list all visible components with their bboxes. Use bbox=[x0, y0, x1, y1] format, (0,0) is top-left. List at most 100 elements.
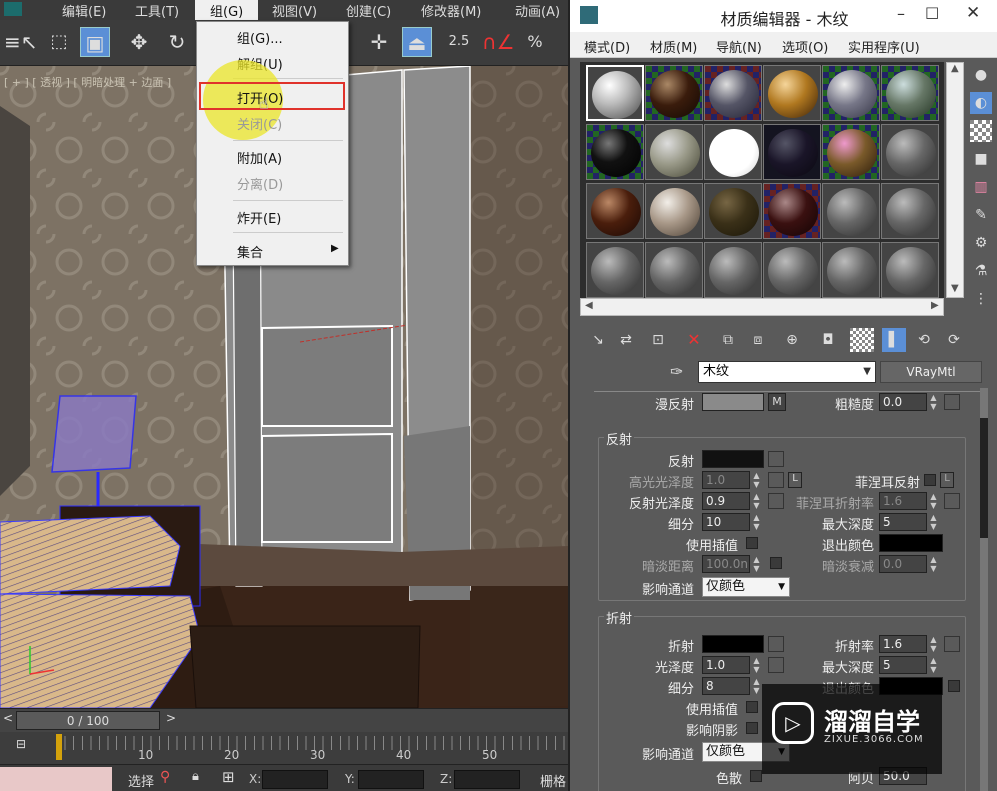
show-map-in-viewport-icon[interactable] bbox=[850, 328, 874, 352]
diffuse-map-button[interactable]: M bbox=[768, 393, 786, 411]
eyedropper-icon[interactable]: ✑ bbox=[670, 362, 683, 381]
sample-slot[interactable] bbox=[704, 65, 762, 121]
menu-item-explode[interactable]: 炸开(E) bbox=[237, 208, 281, 227]
refr-max-depth-arrows[interactable]: ▲ ▼ bbox=[928, 656, 939, 674]
refl-gloss-arrows[interactable]: ▲ ▼ bbox=[751, 492, 762, 510]
minimize-icon[interactable]: – bbox=[897, 4, 905, 23]
move-icon[interactable]: ✥ bbox=[124, 27, 154, 57]
hilight-gloss-map-slot[interactable] bbox=[768, 472, 784, 488]
time-cursor[interactable] bbox=[56, 734, 62, 760]
refl-exit-color-swatch[interactable] bbox=[879, 534, 943, 552]
background-checker-icon[interactable] bbox=[970, 120, 992, 142]
material-id-channel-icon[interactable]: ◘ bbox=[816, 328, 840, 352]
sample-slot[interactable] bbox=[881, 183, 939, 239]
menu-modifiers[interactable]: 修改器(M) bbox=[421, 1, 481, 20]
assign-to-selection-icon[interactable]: ⊡ bbox=[646, 328, 670, 352]
menu-item-close[interactable]: 关闭(C) bbox=[237, 114, 282, 133]
sample-slot[interactable] bbox=[704, 183, 762, 239]
sample-slot[interactable] bbox=[763, 242, 821, 298]
lock-selection-icon[interactable]: 🔒︎ bbox=[192, 769, 199, 784]
show-end-result-icon[interactable]: ▌ bbox=[882, 328, 906, 352]
z-coordinate-field[interactable] bbox=[454, 770, 520, 789]
menu-animation[interactable]: 动画(A) bbox=[515, 1, 560, 20]
sample-slot[interactable] bbox=[763, 65, 821, 121]
dim-falloff-arrows[interactable]: ▲ ▼ bbox=[928, 555, 939, 573]
absolute-mode-icon[interactable]: ⊞ bbox=[222, 768, 235, 786]
sample-slot[interactable] bbox=[645, 242, 703, 298]
rect-selection-icon[interactable]: ⬚ bbox=[44, 27, 74, 57]
viewport-label[interactable]: [ + ] [ 透视 ] [ 明暗处理 + 边面 ] bbox=[4, 74, 171, 90]
put-to-library-icon[interactable]: ⊕ bbox=[780, 328, 804, 352]
menu-utilities[interactable]: 实用程序(U) bbox=[848, 37, 920, 56]
menu-item-detach[interactable]: 分离(D) bbox=[237, 174, 283, 193]
refl-max-depth-spinner[interactable]: 5 bbox=[879, 513, 927, 531]
menu-views[interactable]: 视图(V) bbox=[272, 1, 317, 20]
menu-item-assembly[interactable]: 集合 bbox=[237, 242, 263, 261]
sample-slot[interactable] bbox=[704, 242, 762, 298]
menu-item-attach[interactable]: 附加(A) bbox=[237, 148, 282, 167]
menu-options[interactable]: 选项(O) bbox=[782, 37, 828, 56]
dim-distance-checkbox[interactable] bbox=[770, 557, 782, 569]
sample-slot[interactable] bbox=[763, 183, 821, 239]
refl-affect-channels-select[interactable]: 仅颜色 ▼ bbox=[702, 577, 790, 597]
refr-gloss-arrows[interactable]: ▲ ▼ bbox=[751, 656, 762, 674]
sample-slot[interactable] bbox=[586, 124, 644, 180]
reflect-map-slot[interactable] bbox=[768, 451, 784, 467]
percent-snap-icon[interactable]: % bbox=[520, 27, 550, 57]
make-unique-icon[interactable]: ⧈ bbox=[746, 328, 770, 352]
menu-edit[interactable]: 编辑(E) bbox=[62, 1, 106, 20]
scroll-right-icon[interactable]: ▶ bbox=[931, 300, 939, 311]
angle-snap-icon[interactable]: ∩∠ bbox=[482, 27, 515, 57]
app-logo-icon[interactable] bbox=[4, 2, 22, 16]
make-copy-icon[interactable]: ⧉ bbox=[716, 328, 740, 352]
snap-toggle-icon[interactable]: 2.5 bbox=[444, 27, 474, 57]
refr-subdivs-arrows[interactable]: ▲ ▼ bbox=[751, 677, 762, 695]
refl-subdivs-arrows[interactable]: ▲ ▼ bbox=[751, 513, 762, 531]
put-to-scene-icon[interactable]: ⇄ bbox=[614, 328, 638, 352]
material-type-button[interactable]: VRayMtl bbox=[880, 361, 982, 383]
x-coordinate-field[interactable] bbox=[262, 770, 328, 789]
refl-max-depth-arrows[interactable]: ▲ ▼ bbox=[928, 513, 939, 531]
sample-slot[interactable] bbox=[645, 124, 703, 180]
slots-hscroll[interactable]: ◀ ▶ bbox=[580, 298, 944, 316]
sample-slot[interactable] bbox=[822, 65, 880, 121]
refr-max-depth-spinner[interactable]: 5 bbox=[879, 656, 927, 674]
ior-spinner[interactable]: 1.6 bbox=[879, 635, 927, 653]
make-preview-icon[interactable]: ✎ bbox=[970, 204, 992, 226]
refract-map-slot[interactable] bbox=[768, 636, 784, 652]
y-coordinate-field[interactable] bbox=[358, 770, 424, 789]
refr-subdivs-spinner[interactable]: 8 bbox=[702, 677, 750, 695]
roughness-spinner[interactable]: 0.0 bbox=[879, 393, 927, 411]
menu-modes[interactable]: 模式(D) bbox=[584, 37, 630, 56]
roughness-arrows[interactable]: ▲ ▼ bbox=[928, 393, 939, 411]
material-name-input[interactable]: 木纹 ▼ bbox=[698, 361, 876, 383]
fresnel-ior-spinner[interactable]: 1.6 bbox=[879, 492, 927, 510]
select-by-material-icon[interactable]: ⚗ bbox=[970, 260, 992, 282]
scroll-left-icon[interactable]: ◀ bbox=[585, 300, 593, 311]
menu-item-group[interactable]: 组(G)... bbox=[237, 28, 283, 47]
maximize-icon[interactable]: □ bbox=[925, 3, 939, 21]
align-icon[interactable]: ⏏ bbox=[402, 27, 432, 57]
refr-exit-color-checkbox[interactable] bbox=[948, 680, 960, 692]
menu-create[interactable]: 创建(C) bbox=[346, 1, 391, 20]
material-map-navigator-icon[interactable]: ⋮ bbox=[970, 288, 992, 310]
fresnel-reflect-checkbox[interactable] bbox=[924, 474, 936, 486]
affect-shadows-checkbox[interactable] bbox=[746, 722, 758, 734]
refl-gloss-map-slot[interactable] bbox=[768, 493, 784, 509]
window-crossing-icon[interactable]: ▣ bbox=[80, 27, 110, 57]
ior-map-slot[interactable] bbox=[944, 636, 960, 652]
backlight-icon[interactable]: ◐ bbox=[970, 92, 992, 114]
prev-frame-button[interactable]: < bbox=[0, 711, 16, 730]
menu-tools[interactable]: 工具(T) bbox=[135, 1, 179, 20]
sample-slot[interactable] bbox=[586, 65, 644, 121]
sample-slot[interactable] bbox=[586, 183, 644, 239]
hilight-gloss-spinner[interactable]: 1.0 bbox=[702, 471, 750, 489]
sample-slot[interactable] bbox=[822, 183, 880, 239]
close-icon[interactable]: ✕ bbox=[966, 3, 980, 23]
sample-slot[interactable] bbox=[822, 124, 880, 180]
ior-arrows[interactable]: ▲ ▼ bbox=[928, 635, 939, 653]
video-color-check-icon[interactable]: ▥ bbox=[970, 176, 992, 198]
track-bar[interactable]: ⊟ 10 20 30 40 50 bbox=[0, 732, 568, 764]
sample-type-icon[interactable]: ● bbox=[970, 64, 992, 86]
dim-distance-spinner[interactable]: 100.0n bbox=[702, 555, 750, 573]
